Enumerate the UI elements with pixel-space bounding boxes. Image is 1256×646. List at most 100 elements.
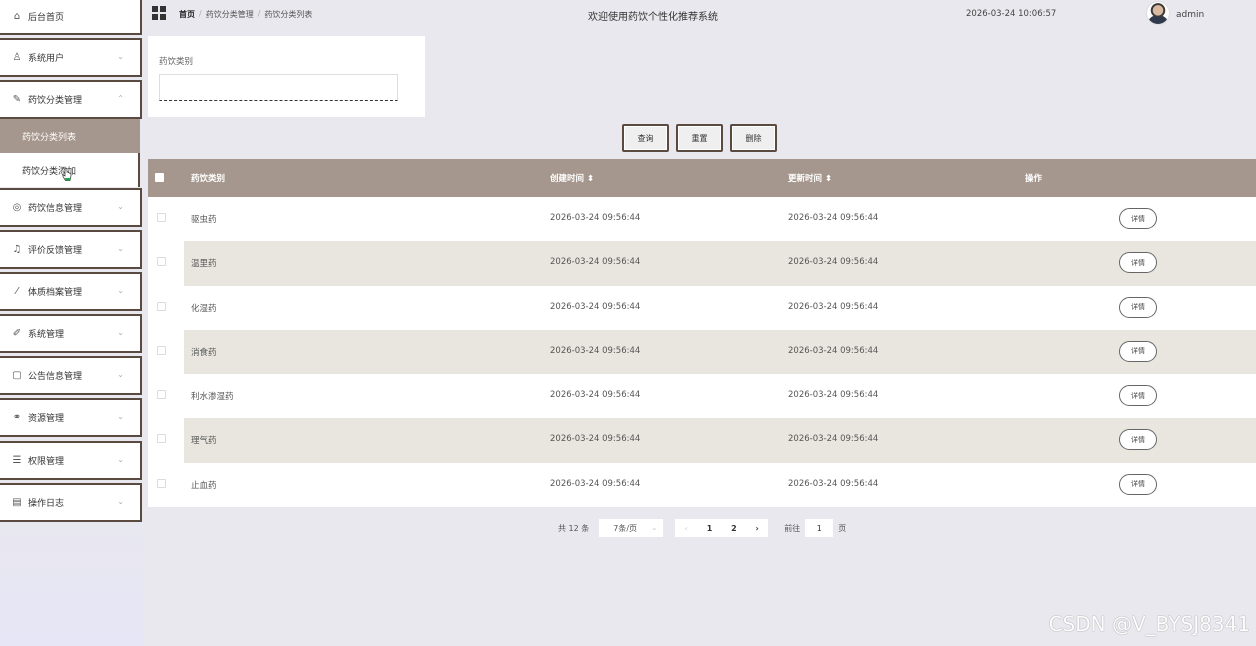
- detail-button[interactable]: 详情: [1119, 385, 1157, 407]
- table-row: 消食药 2026-03-24 09:56:44 2026-03-24 09:56…: [148, 329, 1256, 375]
- chevron-down-icon: ⌄: [651, 524, 658, 532]
- breadcrumb-home[interactable]: 首页: [179, 9, 195, 20]
- detail-button[interactable]: 详情: [1119, 473, 1157, 495]
- home-icon: ⌂: [13, 11, 21, 22]
- sidebar-item-label: 公告信息管理: [28, 372, 83, 382]
- cell-category: 消食药: [191, 347, 217, 358]
- cell-created: 2026-03-24 09:56:44: [550, 345, 641, 356]
- table-row: 化湿药 2026-03-24 09:56:44 2026-03-24 09:56…: [148, 285, 1256, 330]
- chevron-down-icon: ⌄: [117, 497, 124, 506]
- page-size-value: 7条/页: [613, 523, 638, 533]
- cell-category: 利水渗湿药: [191, 392, 234, 403]
- sidebar-item-drink-category[interactable]: ✎ 药饮分类管理 ⌃: [0, 80, 142, 119]
- chevron-down-icon: ⌄: [117, 412, 124, 421]
- cell-updated: 2026-03-24 09:56:44: [788, 345, 879, 356]
- cell-created: 2026-03-24 09:56:44: [550, 213, 641, 223]
- table-row: 理气药 2026-03-24 09:56:44 2026-03-24 09:56…: [148, 418, 1256, 463]
- sidebar-item-log[interactable]: ▤ 操作日志 ⌄: [0, 483, 142, 522]
- sidebar-item-label: 操作日志: [28, 499, 65, 509]
- avatar[interactable]: [1146, 1, 1170, 25]
- sidebar-item-label: 系统用户: [28, 54, 65, 64]
- sidebar-item-permission[interactable]: ☰ 权限管理 ⌄: [0, 441, 142, 480]
- category-search-input[interactable]: [159, 74, 398, 101]
- sidebar-item-drink-info[interactable]: ◎ 药饮信息管理 ⌄: [0, 188, 142, 227]
- detail-button[interactable]: 详情: [1119, 429, 1157, 451]
- cell-created: 2026-03-24 09:56:44: [550, 478, 641, 489]
- menu-grid-icon[interactable]: [152, 6, 166, 20]
- query-button[interactable]: 查询: [622, 124, 669, 152]
- cell-created: 2026-03-24 09:56:44: [550, 434, 641, 445]
- document-icon: ▢: [12, 370, 22, 381]
- username[interactable]: admin: [1176, 10, 1204, 20]
- sidebar-item-home[interactable]: ⌂ 后台首页: [0, 0, 142, 35]
- chevron-down-icon: ⌄: [117, 52, 124, 61]
- pagination-total: 共 12 条: [558, 523, 590, 533]
- sidebar-subitem-category-list[interactable]: 药饮分类列表: [0, 119, 140, 153]
- cell-updated: 2026-03-24 09:56:44: [788, 478, 879, 489]
- search-label: 药饮类别: [159, 57, 194, 67]
- sidebar-item-users[interactable]: ♙ 系统用户 ⌄: [0, 38, 142, 77]
- row-checkbox[interactable]: [157, 213, 166, 222]
- page-button-2[interactable]: 2: [731, 524, 737, 533]
- row-checkbox[interactable]: [157, 345, 166, 355]
- sidebar-item-label: 体质档案管理: [28, 288, 83, 298]
- detail-button[interactable]: 详情: [1119, 340, 1157, 362]
- detail-button[interactable]: 详情: [1119, 208, 1157, 229]
- row-checkbox[interactable]: [157, 478, 166, 488]
- sidebar-item-label: 药饮信息管理: [28, 204, 83, 214]
- cell-created: 2026-03-24 09:56:44: [550, 390, 641, 401]
- chevron-down-icon: ⌄: [117, 455, 124, 464]
- cell-created: 2026-03-24 09:56:44: [550, 257, 641, 268]
- sidebar-item-label: 权限管理: [28, 457, 65, 467]
- row-checkbox[interactable]: [157, 390, 166, 400]
- list-icon: ☰: [12, 455, 22, 466]
- delete-button[interactable]: 删除: [730, 124, 777, 152]
- datetime-display: 2026-03-24 10:06:57: [966, 9, 1057, 19]
- cell-updated: 2026-03-24 09:56:44: [788, 301, 879, 312]
- detail-button[interactable]: 详情: [1119, 252, 1157, 274]
- breadcrumb-category-mgmt[interactable]: 药饮分类管理: [206, 9, 254, 20]
- goto-page-input[interactable]: 1: [805, 519, 834, 537]
- cell-updated: 2026-03-24 09:56:44: [788, 257, 879, 268]
- sidebar-item-label: 系统管理: [28, 330, 65, 340]
- sidebar-item-resource[interactable]: ⚭ 资源管理 ⌄: [0, 398, 142, 437]
- page-button-1[interactable]: 1: [707, 524, 713, 533]
- row-checkbox[interactable]: [157, 301, 166, 311]
- row-checkbox[interactable]: [157, 434, 166, 444]
- page-size-select[interactable]: 7条/页 ⌄: [599, 519, 664, 537]
- category-table: 药饮类别 创建时间 ⬍ 更新时间 ⬍ 操作 驱虫药 2026-03-24 09:…: [148, 159, 1256, 508]
- table-row: 利水渗湿药 2026-03-24 09:56:44 2026-03-24 09:…: [148, 374, 1256, 419]
- next-page-button[interactable]: ›: [756, 524, 759, 533]
- breadcrumb: 首页 / 药饮分类管理 / 药饮分类列表: [179, 9, 313, 20]
- sidebar-item-system[interactable]: ✐ 系统管理 ⌄: [0, 314, 142, 353]
- cell-category: 温里药: [191, 259, 217, 270]
- chevron-down-icon: ⌄: [117, 244, 124, 253]
- cell-updated: 2026-03-24 09:56:44: [788, 434, 879, 445]
- reset-button[interactable]: 重置: [676, 124, 723, 152]
- edit-icon: ✎: [12, 94, 22, 105]
- table-row: 温里药 2026-03-24 09:56:44 2026-03-24 09:56…: [148, 241, 1256, 286]
- select-all-checkbox[interactable]: [155, 173, 164, 182]
- row-checkbox[interactable]: [157, 257, 166, 267]
- table-row: 驱虫药 2026-03-24 09:56:44 2026-03-24 09:56…: [148, 197, 1256, 242]
- sidebar-item-constitution[interactable]: ⁄ 体质档案管理 ⌄: [0, 272, 142, 311]
- chevron-down-icon: ⌄: [117, 286, 124, 295]
- cell-updated: 2026-03-24 09:56:44: [788, 390, 879, 401]
- cell-updated: 2026-03-24 09:56:44: [788, 213, 879, 223]
- column-header-action: 操作: [1025, 174, 1043, 184]
- cell-created: 2026-03-24 09:56:44: [550, 301, 641, 312]
- detail-button[interactable]: 详情: [1119, 296, 1157, 318]
- watermark: CSDN @V_BYSJ8341: [1048, 612, 1250, 636]
- log-icon: ▤: [12, 497, 22, 508]
- prev-page-button[interactable]: ‹: [685, 524, 688, 533]
- link-icon: ⚭: [12, 412, 22, 423]
- chart-icon: ⁄: [16, 286, 18, 297]
- sidebar-item-label: 评价反馈管理: [28, 246, 83, 256]
- table-row: 止血药 2026-03-24 09:56:44 2026-03-24 09:56…: [148, 462, 1256, 508]
- column-header-created[interactable]: 创建时间 ⬍: [550, 172, 594, 184]
- goto-label: 前往: [784, 523, 801, 533]
- column-header-updated[interactable]: 更新时间 ⬍: [788, 172, 832, 184]
- sidebar-item-notice[interactable]: ▢ 公告信息管理 ⌄: [0, 356, 142, 395]
- sidebar-item-feedback[interactable]: ♫ 评价反馈管理 ⌄: [0, 230, 142, 269]
- search-panel: 药饮类别: [148, 36, 425, 117]
